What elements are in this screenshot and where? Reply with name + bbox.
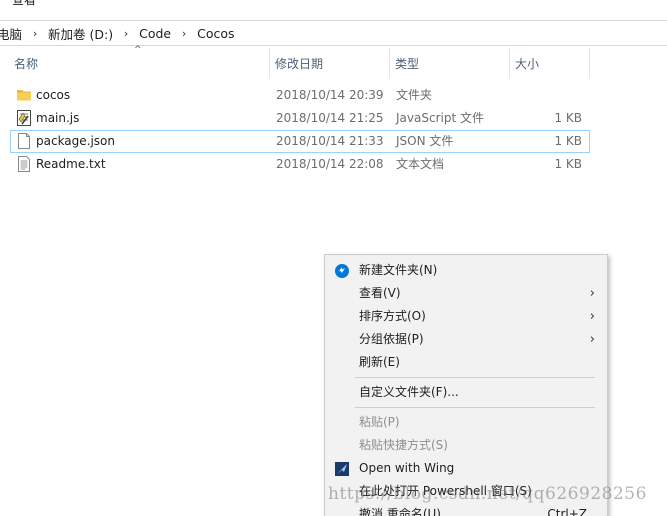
breadcrumb-item-drive[interactable]: 新加卷 (D:) › xyxy=(48,24,139,43)
file-date: 2018/10/14 21:25 xyxy=(276,111,384,125)
menu-item-paste-shortcut[interactable]: 粘贴快捷方式(S) xyxy=(325,434,607,457)
file-list: cocos 2018/10/14 20:39 文件夹 main.js 2018/… xyxy=(10,84,590,176)
file-type: 文本文档 xyxy=(396,157,445,171)
text-file-icon xyxy=(18,156,30,172)
menu-item-open-powershell[interactable]: 在此处打开 Powershell 窗口(S) xyxy=(325,480,607,503)
file-row-readme-txt[interactable]: Readme.txt 2018/10/14 22:08 文本文档 1 KB xyxy=(10,153,590,176)
file-date: 2018/10/14 20:39 xyxy=(276,88,384,102)
chevron-right-icon[interactable]: › xyxy=(28,27,42,40)
menu-item-view[interactable]: 查看(V) › xyxy=(325,282,607,305)
breadcrumb-item-pc[interactable]: 电脑 › xyxy=(0,24,48,43)
file-name: main.js xyxy=(36,111,80,125)
file-date: 2018/10/14 21:33 xyxy=(276,134,384,148)
menu-item-refresh[interactable]: 刷新(E) xyxy=(325,351,607,374)
menu-item-paste[interactable]: 粘贴(P) xyxy=(325,411,607,434)
file-type: JSON 文件 xyxy=(396,134,454,148)
column-header-name[interactable]: 名称 xyxy=(14,48,38,78)
file-name: package.json xyxy=(36,134,116,148)
file-explorer-window: 查看 电脑 › 新加卷 (D:) › Code › Cocos ^ 名称 修改日… xyxy=(0,0,667,516)
menu-item-undo-rename[interactable]: 撤消 重命名(U) Ctrl+Z xyxy=(325,503,607,516)
column-header-row: ^ 名称 修改日期 类型 大小 xyxy=(0,45,600,78)
chevron-right-icon: › xyxy=(589,309,595,324)
menu-item-open-with-wing[interactable]: Open with Wing xyxy=(325,457,607,480)
sort-ascending-icon: ^ xyxy=(134,45,142,55)
file-name: cocos xyxy=(36,88,71,102)
file-size: 1 KB xyxy=(554,134,582,148)
file-size: 1 KB xyxy=(554,157,582,171)
column-divider[interactable] xyxy=(269,48,270,78)
chevron-right-icon: › xyxy=(589,286,595,301)
menu-separator xyxy=(355,377,595,378)
shortcut-label: Ctrl+Z xyxy=(547,507,587,516)
menu-item-new-folder[interactable]: 新建文件夹(N) xyxy=(325,259,607,282)
column-divider[interactable] xyxy=(389,48,390,78)
chevron-right-icon: › xyxy=(589,332,595,347)
wing-ide-icon xyxy=(335,462,349,476)
file-name: Readme.txt xyxy=(36,157,106,171)
column-header-size[interactable]: 大小 xyxy=(515,48,539,78)
file-row-cocos[interactable]: cocos 2018/10/14 20:39 文件夹 xyxy=(10,84,590,107)
breadcrumb-item-cocos[interactable]: Cocos xyxy=(197,26,240,41)
file-size: 1 KB xyxy=(554,111,582,125)
menu-item-group-by[interactable]: 分组依据(P) › xyxy=(325,328,607,351)
file-row-package-json[interactable]: package.json 2018/10/14 21:33 JSON 文件 1 … xyxy=(10,130,590,153)
ribbon-tab-view[interactable]: 查看 xyxy=(12,0,36,8)
menu-item-customize-folder[interactable]: 自定义文件夹(F)... xyxy=(325,381,607,404)
column-header-type[interactable]: 类型 xyxy=(395,48,419,78)
context-menu: 新建文件夹(N) 查看(V) › 排序方式(O) › 分组依据(P) › 刷新(… xyxy=(324,254,608,516)
chevron-right-icon[interactable]: › xyxy=(177,27,191,40)
column-divider[interactable] xyxy=(589,48,590,78)
file-row-main-js[interactable]: main.js 2018/10/14 21:25 JavaScript 文件 1… xyxy=(10,107,590,130)
folder-icon xyxy=(17,90,31,101)
column-header-date[interactable]: 修改日期 xyxy=(275,48,323,78)
new-folder-icon xyxy=(335,264,349,278)
file-date: 2018/10/14 22:08 xyxy=(276,157,384,171)
column-divider[interactable] xyxy=(509,48,510,78)
menu-separator xyxy=(355,407,595,408)
document-icon xyxy=(18,133,30,149)
breadcrumb[interactable]: 电脑 › 新加卷 (D:) › Code › Cocos xyxy=(0,20,667,46)
file-type: 文件夹 xyxy=(396,88,433,102)
breadcrumb-item-code[interactable]: Code › xyxy=(139,26,197,41)
js-file-icon xyxy=(17,110,31,126)
chevron-right-icon[interactable]: › xyxy=(119,27,133,40)
file-type: JavaScript 文件 xyxy=(396,111,484,125)
menu-item-sort-by[interactable]: 排序方式(O) › xyxy=(325,305,607,328)
